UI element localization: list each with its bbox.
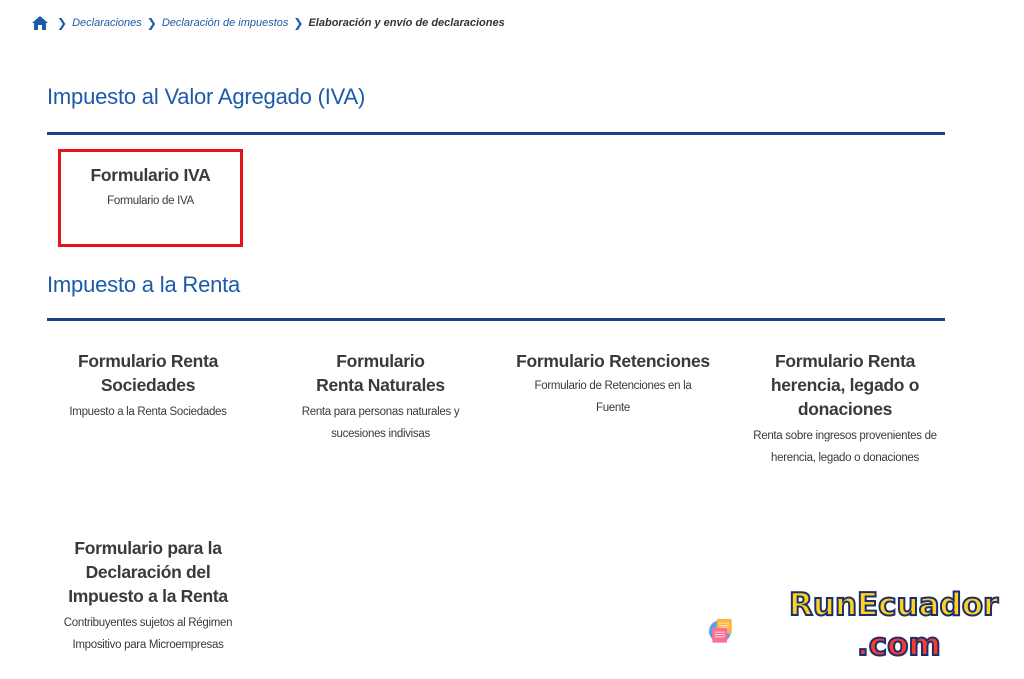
watermark-text: RunEcuador (788, 586, 999, 624)
card-description: Impuesto a la Renta Sociedades (69, 406, 227, 418)
card-renta-microempresas[interactable]: Formulario para la Declaración del Impue… (48, 536, 248, 656)
card-title: Formulario IVA (90, 165, 211, 185)
card-renta-naturales[interactable]: Formulario Renta Naturales Renta para pe… (283, 349, 478, 445)
breadcrumb: ❯ Declaraciones ❯ Declaración de impuest… (31, 14, 505, 32)
card-title: Formulario Renta Sociedades (77, 351, 219, 395)
breadcrumb-current: Elaboración y envío de declaraciones (308, 17, 505, 29)
card-description: Formulario de IVA (107, 195, 194, 207)
home-icon[interactable] (31, 15, 49, 31)
breadcrumb-link-declaraciones[interactable]: Declaraciones (72, 17, 142, 29)
card-title: Formulario Renta herencia, legado o dona… (770, 351, 920, 419)
watermark-text-domain: .com (856, 626, 942, 664)
chevron-right-icon: ❯ (57, 16, 68, 30)
card-title: Formulario Renta Naturales (316, 351, 445, 395)
section-title-renta: Impuesto a la Renta (47, 272, 241, 297)
card-description: Renta sobre ingresos provenientes de her… (753, 430, 937, 464)
card-title: Formulario para la Declaración del Impue… (68, 538, 228, 606)
chevron-right-icon: ❯ (293, 16, 304, 30)
breadcrumb-link-declaracion-impuestos[interactable]: Declaración de impuestos (162, 17, 289, 29)
card-renta-herencia[interactable]: Formulario Renta herencia, legado o dona… (745, 349, 945, 469)
section-divider (47, 132, 945, 135)
section-title-iva: Impuesto al Valor Agregado (IVA) (47, 84, 366, 109)
card-formulario-iva[interactable]: Formulario IVA Formulario de IVA (58, 163, 243, 212)
section-divider (47, 318, 945, 321)
card-description: Renta para personas naturales y sucesion… (301, 406, 460, 440)
card-renta-sociedades[interactable]: Formulario Renta Sociedades Impuesto a l… (48, 349, 248, 423)
chevron-right-icon: ❯ (146, 16, 157, 30)
card-title: Formulario Retenciones (516, 351, 710, 371)
card-description: Formulario de Retenciones en la Fuente (534, 380, 692, 414)
card-retenciones[interactable]: Formulario Retenciones Formulario de Ret… (509, 349, 717, 419)
card-description: Contribuyentes sujetos al Régimen Imposi… (63, 617, 233, 651)
